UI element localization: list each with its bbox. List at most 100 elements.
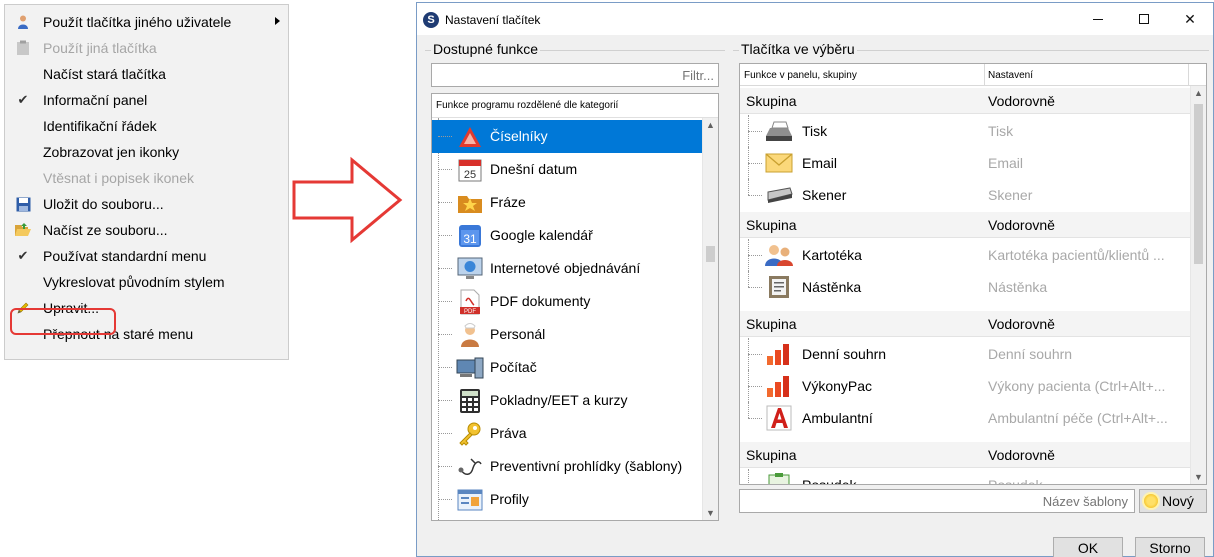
new-template-button[interactable]: Nový — [1139, 489, 1207, 513]
scroll-down-icon[interactable]: ▼ — [703, 506, 718, 520]
calendar-25-icon: 25 — [456, 156, 484, 184]
noticeboard-icon — [764, 274, 794, 300]
available-functions-title: Dostupné funkce — [431, 41, 541, 57]
tree-item-pdf-dokumenty[interactable]: PDF PDF dokumenty — [432, 285, 702, 318]
new-sun-icon — [1144, 494, 1158, 508]
tree-item-prava[interactable]: Práva — [432, 417, 702, 450]
template-name-field[interactable] — [739, 489, 1135, 513]
menu-item-original-style[interactable]: Vykreslovat původním stylem — [5, 269, 288, 295]
tree-scroll-thumb[interactable] — [706, 246, 715, 262]
table-row-denni-souhrn[interactable]: Denní souhrn Denní souhrn — [740, 338, 1190, 370]
tree-item-ciselniky[interactable]: Číselníky — [432, 120, 702, 153]
svg-text:PDF: PDF — [464, 309, 476, 315]
people-icon — [764, 242, 794, 268]
table-row-tisk[interactable]: Tisk Tisk — [740, 115, 1190, 147]
menu-item-use-other-user-buttons[interactable]: Použít tlačítka jiného uživatele — [5, 9, 288, 35]
minimize-button[interactable] — [1075, 3, 1121, 35]
selected-buttons-title: Tlačítka ve výběru — [739, 41, 857, 57]
column-header-settings[interactable]: Nastavení — [988, 70, 1033, 81]
bar-chart-icon — [764, 341, 794, 367]
bar-chart-icon — [764, 373, 794, 399]
star-folder-icon — [456, 189, 484, 217]
table-row-kartoteka[interactable]: Kartotéka Kartotéka pacientů/klientů ... — [740, 239, 1190, 271]
menu-item-load-from-file[interactable]: Načíst ze souboru... — [5, 217, 288, 243]
menu-item-load-old-buttons[interactable]: Načíst stará tlačítka — [5, 61, 288, 87]
google-calendar-icon: 31 — [456, 222, 484, 250]
table-row-vykonypac[interactable]: VýkonyPac Výkony pacienta (Ctrl+Alt+... — [740, 370, 1190, 402]
available-functions-tree[interactable]: Funkce programu rozdělené dle kategorií … — [431, 93, 719, 521]
tree-item-pokladny[interactable]: Pokladny/EET a kurzy — [432, 384, 702, 417]
ok-button[interactable]: OK — [1053, 537, 1123, 557]
app-logo-icon: S — [423, 12, 439, 28]
column-header-functions[interactable]: Funkce v panelu, skupiny — [744, 70, 857, 81]
pdf-icon: PDF — [456, 288, 484, 316]
profile-window-icon — [456, 486, 484, 514]
menu-item-info-panel[interactable]: ✔ Informační panel — [5, 87, 288, 113]
check-icon: ✔ — [17, 92, 29, 107]
check-icon: ✔ — [17, 248, 29, 263]
edit-item-highlight-ring — [10, 308, 116, 335]
dialog-title: Nastavení tlačítek — [445, 13, 541, 27]
printer-icon — [764, 118, 794, 144]
table-row-email[interactable]: Email Email — [740, 147, 1190, 179]
floppy-icon — [15, 196, 31, 212]
svg-text:31: 31 — [463, 232, 477, 246]
tree-item-preventivni-prohlidky[interactable]: Preventivní prohlídky (šablony) — [432, 450, 702, 483]
cancel-button[interactable]: Storno — [1135, 537, 1205, 557]
menu-item-squeeze-labels: Vtěsnat i popisek ikonek — [43, 170, 194, 186]
tree-item-personal[interactable]: Personál — [432, 318, 702, 351]
user-icon — [15, 14, 31, 30]
red-arrow-icon — [292, 156, 403, 244]
group-row[interactable]: Skupina Vodorovně — [740, 442, 1190, 468]
group-row[interactable]: Skupina Vodorovně — [740, 88, 1190, 114]
tree-item-fraze[interactable]: Fráze — [432, 186, 702, 219]
close-icon: ✕ — [1184, 10, 1196, 27]
svg-text:25: 25 — [464, 169, 476, 181]
menu-item-icons-only[interactable]: Zobrazovat jen ikonky — [5, 139, 288, 165]
menu-item-identification-row[interactable]: Identifikační řádek — [5, 113, 288, 139]
table-row-posudek[interactable]: Posudek Posudek — [740, 469, 1190, 484]
filter-input[interactable] — [432, 64, 718, 86]
menu-item-save-to-file[interactable]: Uložit do souboru... — [5, 191, 288, 217]
folder-open-icon — [15, 222, 31, 238]
minimize-icon — [1093, 18, 1103, 20]
close-button[interactable]: ✕ — [1167, 3, 1213, 35]
submenu-arrow-icon — [275, 17, 280, 25]
table-scrollbar[interactable]: ▲ ▼ — [1190, 86, 1206, 484]
table-row-nastenka[interactable]: Nástěnka Nástěnka — [740, 271, 1190, 303]
button-settings-dialog: S Nastavení tlačítek ✕ Dostupné funkce T… — [416, 2, 1214, 557]
tree-header: Funkce programu rozdělené dle kategorií — [432, 94, 718, 118]
key-icon — [456, 420, 484, 448]
computer-icon — [456, 354, 484, 382]
maximize-icon — [1139, 14, 1149, 24]
group-row[interactable]: Skupina Vodorovně — [740, 212, 1190, 238]
table-scroll-thumb[interactable] — [1194, 104, 1203, 264]
tree-item-profily[interactable]: Profily — [432, 483, 702, 516]
clipboard-green-icon — [764, 472, 794, 484]
menu-item-use-standard-menu[interactable]: ✔ Používat standardní menu — [5, 243, 288, 269]
tree-item-dnesni-datum[interactable]: 25 Dnešní datum — [432, 153, 702, 186]
envelope-icon — [764, 150, 794, 176]
scroll-up-icon[interactable]: ▲ — [703, 118, 718, 132]
stethoscope-icon — [456, 453, 484, 481]
filter-field[interactable] — [431, 63, 719, 87]
tree-item-google-kalendar[interactable]: 31 Google kalendář — [432, 219, 702, 252]
calculator-icon — [456, 387, 484, 415]
template-name-input[interactable] — [740, 490, 1134, 512]
selected-buttons-table[interactable]: Funkce v panelu, skupiny Nastavení Skupi… — [739, 63, 1207, 485]
table-row-ambulantni[interactable]: Ambulantní Ambulantní péče (Ctrl+Alt+... — [740, 402, 1190, 434]
monitor-globe-icon — [456, 255, 484, 283]
tree-scrollbar[interactable]: ▲ ▼ — [702, 118, 718, 520]
group-row[interactable]: Skupina Vodorovně — [740, 311, 1190, 337]
context-menu: Použít tlačítka jiného uživatele Použít … — [4, 4, 289, 360]
menu-item-use-other-buttons: Použít jiná tlačítka — [5, 35, 288, 61]
new-button-label: Nový — [1162, 493, 1194, 509]
tree-item-internetove-objednavani[interactable]: Internetové objednávání — [432, 252, 702, 285]
letter-a-icon — [764, 405, 794, 431]
maximize-button[interactable] — [1121, 3, 1167, 35]
tree-item-pocitac[interactable]: Počítač — [432, 351, 702, 384]
scroll-up-icon[interactable]: ▲ — [1191, 86, 1206, 100]
scroll-down-icon[interactable]: ▼ — [1191, 470, 1206, 484]
dialog-titlebar[interactable]: S Nastavení tlačítek ✕ — [417, 3, 1213, 35]
table-row-skener[interactable]: Skener Skener — [740, 179, 1190, 211]
